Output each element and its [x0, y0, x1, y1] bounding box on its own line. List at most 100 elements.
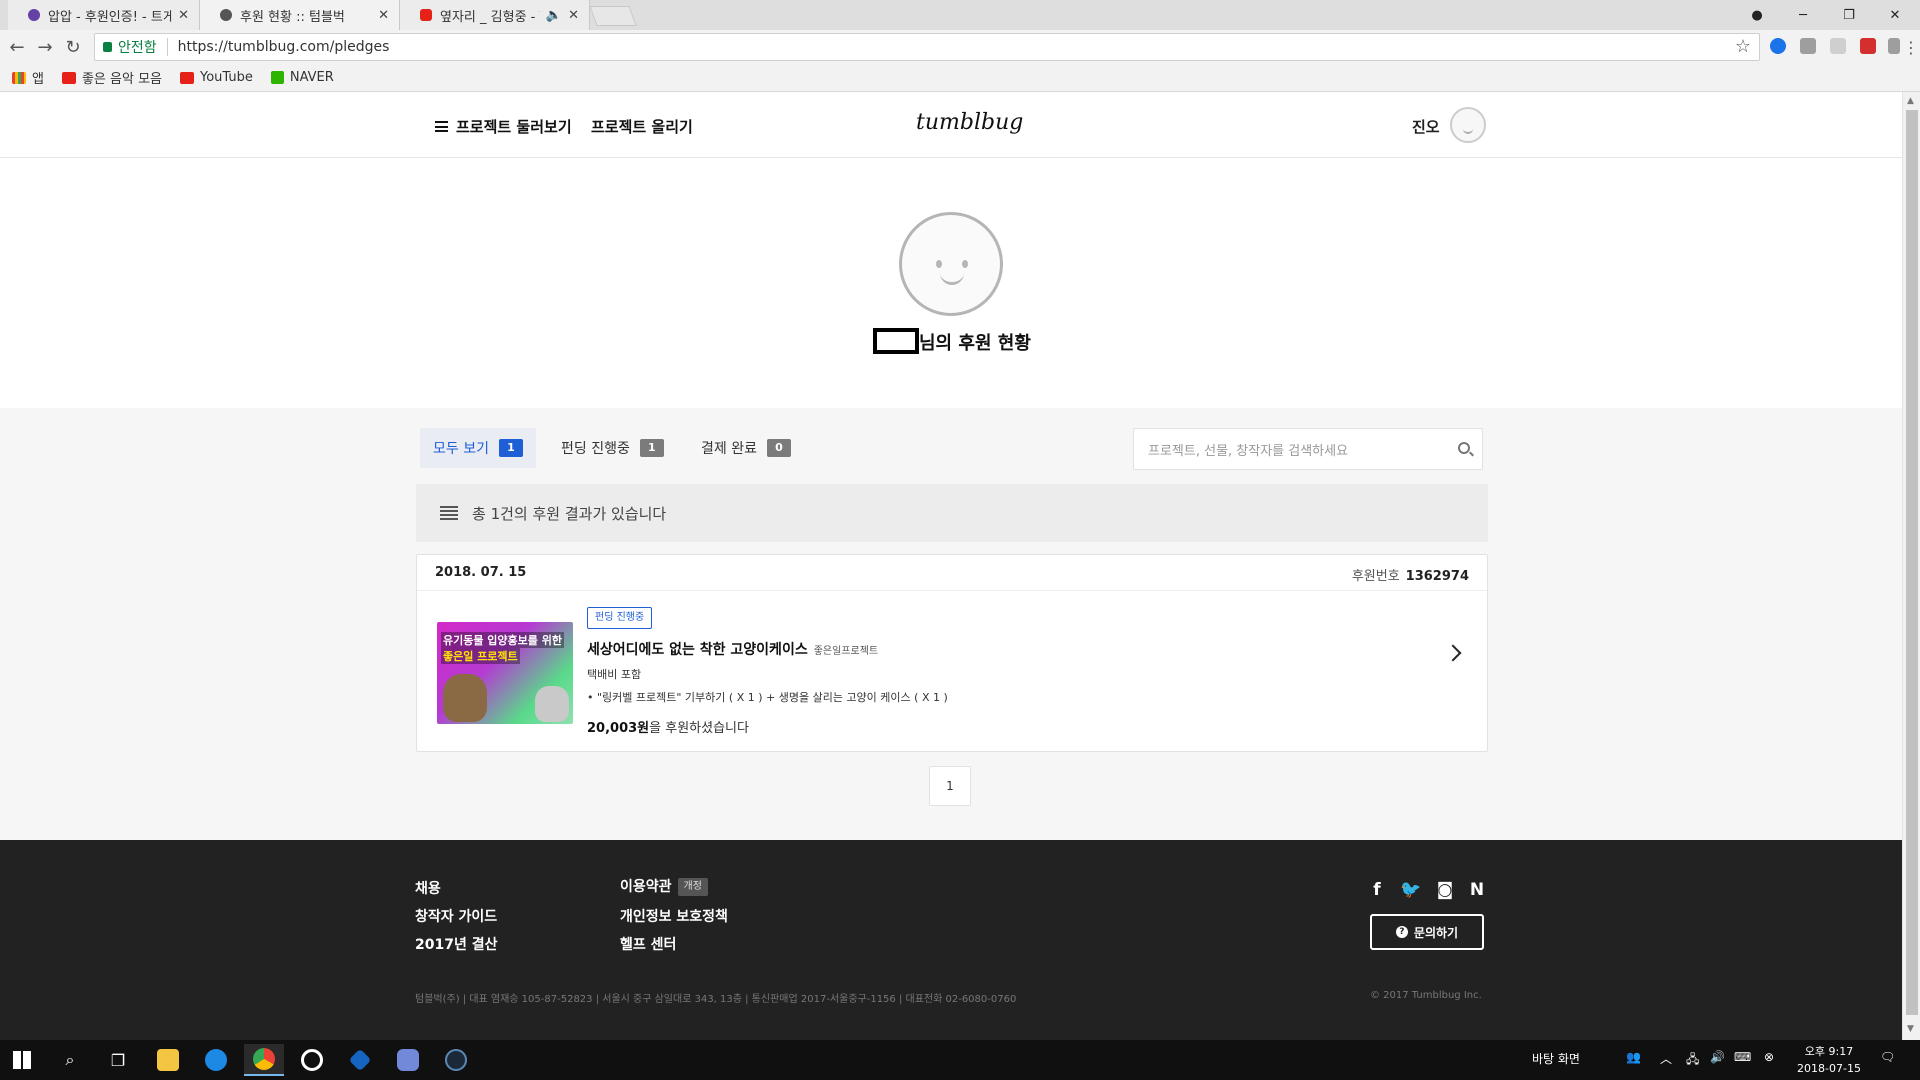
- browser-tab-twitch[interactable]: 압압 - 후원인증! - 트게더 ✕: [8, 0, 200, 30]
- facebook-icon[interactable]: f: [1367, 880, 1387, 900]
- terms-label: 이용약관: [620, 879, 672, 895]
- download-extension-icon[interactable]: [1770, 38, 1786, 54]
- browser-toolbar: ← → ↻ 안전함 https://tumblbug.com/pledges ☆…: [0, 30, 1920, 64]
- info-extension-icon[interactable]: [1800, 38, 1816, 54]
- tab-title: 후원 현황 :: 텀블벅: [240, 9, 345, 25]
- scroll-up-icon[interactable]: ▲: [1907, 96, 1914, 106]
- restore-button[interactable]: ❐: [1826, 0, 1872, 30]
- upload-project-link[interactable]: 프로젝트 올리기: [591, 116, 693, 137]
- bookmark-star-icon[interactable]: ☆: [1735, 36, 1751, 57]
- browser-tab-strip: 압압 - 후원인증! - 트게더 ✕ 후원 현황 :: 텀블벅 ✕ 옆자리 _ …: [0, 0, 1920, 30]
- bookmarks-bar: 앱 좋은 음악 모음 YouTube NAVER: [0, 64, 1920, 92]
- task-view-icon[interactable]: ❐: [98, 1044, 138, 1076]
- new-tab-button[interactable]: [589, 6, 637, 26]
- desktop-toolbar-label[interactable]: 바탕 화면: [1532, 1050, 1580, 1067]
- system-clock[interactable]: 오후 9:17 2018-07-15: [1794, 1043, 1864, 1077]
- user-avatar[interactable]: [1450, 107, 1486, 143]
- instagram-icon[interactable]: ◙: [1435, 880, 1455, 900]
- app-icon[interactable]: [340, 1044, 380, 1076]
- close-tab-icon[interactable]: ✕: [568, 8, 579, 23]
- file-explorer-icon[interactable]: [148, 1044, 188, 1076]
- naver-blog-icon[interactable]: N: [1467, 880, 1487, 900]
- pagination-page[interactable]: 1: [929, 766, 971, 806]
- twitter-icon[interactable]: 🐦: [1400, 880, 1421, 900]
- internet-explorer-icon[interactable]: [196, 1044, 236, 1076]
- pledge-card-header: 2018. 07. 15 후원번호 1362974: [417, 555, 1487, 591]
- steam-icon[interactable]: [436, 1044, 476, 1076]
- page-scrollbar[interactable]: ▲ ▼: [1902, 92, 1920, 1040]
- close-window-button[interactable]: ✕: [1872, 0, 1918, 30]
- notifications-icon[interactable]: 🗨: [1880, 1050, 1895, 1064]
- user-name[interactable]: 진오: [1412, 116, 1440, 137]
- bookmark-youtube[interactable]: YouTube: [180, 70, 253, 85]
- page-title: 님의 후원 현황: [919, 333, 1031, 354]
- people-icon[interactable]: 👥: [1626, 1050, 1641, 1064]
- bookmark-naver[interactable]: NAVER: [270, 70, 334, 85]
- close-tab-icon[interactable]: ✕: [178, 8, 189, 23]
- chrome-icon[interactable]: [244, 1044, 284, 1076]
- search-icon[interactable]: ⌕: [50, 1044, 90, 1076]
- project-title[interactable]: 세상어디에도 없는 착한 고양이케이스 좋은일프로젝트: [587, 639, 878, 659]
- inquiry-button[interactable]: ? 문의하기: [1370, 914, 1484, 950]
- discord-icon[interactable]: [388, 1044, 428, 1076]
- terms-revised-badge: 개정: [677, 878, 708, 896]
- minimize-button[interactable]: ─: [1780, 0, 1826, 30]
- youtube-icon: [61, 71, 76, 84]
- browser-tab-tumblbug[interactable]: 후원 현황 :: 텀블벅 ✕: [200, 0, 400, 30]
- footer-link-2017-report[interactable]: 2017년 결산: [415, 934, 497, 954]
- tray-chevron-up-icon[interactable]: ︿: [1660, 1050, 1672, 1067]
- clock-date: 2018-07-15: [1797, 1062, 1861, 1075]
- back-icon[interactable]: ←: [4, 30, 30, 64]
- reload-icon[interactable]: ↻: [60, 30, 86, 64]
- footer-link-privacy[interactable]: 개인정보 보호정책: [620, 906, 728, 926]
- inquiry-label: 문의하기: [1413, 925, 1459, 940]
- cat-image: [443, 674, 487, 722]
- filter-tab-all[interactable]: 모두 보기 1: [420, 428, 536, 468]
- browser-tab-youtube[interactable]: 옆자리 _ 김형중 - YouTube 🔈 ✕: [400, 0, 590, 30]
- menu-dots-icon[interactable]: ⋮: [1898, 30, 1920, 64]
- volume-icon[interactable]: 🔊: [1710, 1050, 1725, 1064]
- amount-value: 20,003원: [587, 721, 650, 736]
- browse-projects-link[interactable]: 프로젝트 둘러보기: [435, 116, 572, 137]
- windows-start-icon[interactable]: [2, 1044, 42, 1076]
- scroll-thumb[interactable]: [1906, 110, 1918, 1015]
- profile-section: 님의 후원 현황: [0, 158, 1902, 408]
- tumblbug-logo[interactable]: tumblbug: [916, 110, 1023, 135]
- footer-link-help-center[interactable]: 헬프 센터: [620, 934, 676, 954]
- scroll-down-icon[interactable]: ▼: [1907, 1024, 1914, 1034]
- site-footer: 채용 창작자 가이드 2017년 결산 이용약관 개정 개인정보 보호정책 헬프 …: [0, 840, 1902, 1040]
- pledge-amount: 20,003원을 후원하셨습니다: [587, 717, 749, 736]
- search-input[interactable]: 프로젝트, 선물, 창작자를 검색하세요: [1133, 428, 1483, 470]
- creator-name: 좋은일프로젝트: [813, 646, 879, 657]
- chevron-right-icon[interactable]: [1444, 644, 1462, 662]
- avatar-eye: [936, 260, 942, 268]
- footer-link-terms[interactable]: 이용약관 개정: [620, 876, 708, 896]
- filter-tab-funding[interactable]: 펀딩 진행중 1: [548, 428, 677, 468]
- url-text[interactable]: https://tumblbug.com/pledges: [178, 39, 390, 55]
- pledge-card[interactable]: 2018. 07. 15 후원번호 1362974 유기동물 입양홍보를 위한 좋…: [416, 554, 1488, 752]
- video-extension-icon[interactable]: [1860, 38, 1876, 54]
- bookmark-music[interactable]: 좋은 음악 모음: [61, 68, 162, 87]
- address-bar[interactable]: 안전함 https://tumblbug.com/pledges ☆: [94, 33, 1760, 61]
- search-icon[interactable]: [1458, 442, 1470, 454]
- tray-close-icon[interactable]: ⊗: [1764, 1050, 1774, 1064]
- extension-icon[interactable]: [1830, 38, 1846, 54]
- browse-label: 프로젝트 둘러보기: [456, 118, 572, 136]
- forward-icon[interactable]: →: [32, 30, 58, 64]
- filter-label: 펀딩 진행중: [561, 441, 630, 457]
- network-icon[interactable]: 🖧: [1686, 1050, 1699, 1071]
- filter-tab-paid[interactable]: 결제 완료 0: [688, 428, 804, 468]
- project-thumbnail[interactable]: 유기동물 입양홍보를 위한 좋은일 프로젝트: [437, 622, 573, 724]
- profile-icon[interactable]: ●: [1734, 0, 1780, 30]
- tab-title: 옆자리 _ 김형중 - YouTube: [440, 9, 540, 25]
- footer-link-careers[interactable]: 채용: [415, 878, 441, 898]
- footer-link-creator-guide[interactable]: 창작자 가이드: [415, 906, 497, 926]
- close-tab-icon[interactable]: ✕: [378, 8, 389, 23]
- company-info: 텀블벅(주) | 대표 염재승 105-87-52823 | 서울시 중구 삼일…: [415, 994, 1017, 1005]
- audio-icon[interactable]: 🔈: [546, 8, 562, 23]
- overwatch-icon[interactable]: [292, 1044, 332, 1076]
- windows-taskbar: ⌕ ❐ 바탕 화면 👥 ︿ 🖧 🔊 ⌨ ⊗ 오후 9:17 2018-07-15…: [0, 1040, 1920, 1080]
- amount-suffix: 을 후원하셨습니다: [649, 721, 749, 736]
- keyboard-icon[interactable]: ⌨: [1734, 1050, 1751, 1064]
- bookmark-apps[interactable]: 앱: [12, 68, 44, 87]
